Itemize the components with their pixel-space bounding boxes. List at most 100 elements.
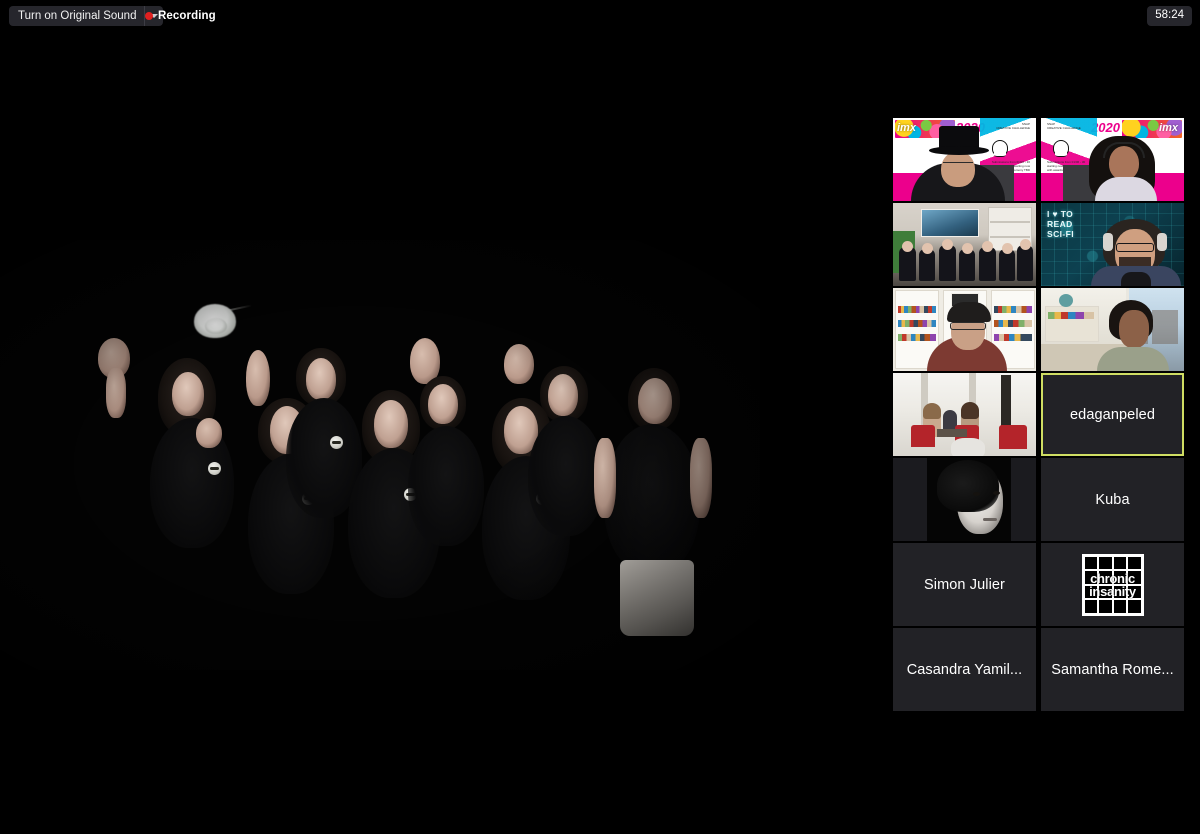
participant-face [1119,310,1149,348]
meeting-timer: 58:24 [1147,6,1192,26]
book-row [898,334,936,341]
performer-arm [246,350,270,406]
seated-person [1017,245,1033,281]
participant-tile[interactable]: Simon Julier [893,543,1036,626]
performer-face [638,378,672,424]
red-chair [911,425,935,447]
participant-shirt [1121,272,1151,286]
participant-tile[interactable]: Kuba [1041,458,1184,541]
recording-dot-icon [145,12,153,20]
participant-video: I ♥ TO READ SCI-FI [1041,203,1184,286]
recording-indicator[interactable]: Recording [145,6,216,26]
participant-tile[interactable]: Samantha Rome... [1041,628,1184,711]
person-head [962,243,973,254]
person-head [922,243,933,254]
snapchat-ghost-icon [992,140,1008,157]
performer-arm [690,438,712,518]
performer-hand [196,418,222,448]
imx-wordmark: imx [1159,122,1178,134]
shirt-logo-badge [208,462,221,475]
seated-person [979,247,996,281]
participant-tile[interactable] [893,458,1036,541]
main-speaker-video[interactable] [0,30,886,810]
avatar-hair [937,460,999,512]
participant-face [941,151,975,187]
participant-tile[interactable]: Casandra Yamil... [893,628,1036,711]
participant-video [1041,288,1184,371]
participant-headphones-icon [1103,233,1113,251]
participant-thumbnail-grid[interactable]: imx 2020 SNAPCREATIVE CHALLENGE Submissi… [893,118,1186,712]
participant-avatar [893,458,1036,541]
logo-grid [1084,556,1141,613]
participant-shirt [1097,347,1169,371]
participant-tile[interactable]: chronic insanity [1041,543,1184,626]
participant-tile[interactable]: I ♥ TO READ SCI-FI [1041,203,1184,286]
participant-tile[interactable]: imx 2020 SNAPCREATIVE CHALLENGE Submissi… [1041,118,1184,201]
participant-headphones-icon [1157,233,1167,251]
zoom-meeting-window: Turn on Original Sound Recording 58:24 i… [0,0,1200,834]
participant-headphones-icon [1103,142,1145,158]
wall-artwork [921,209,979,237]
scifi-overlay-text: I ♥ TO READ SCI-FI [1047,209,1074,239]
person-head [942,239,953,250]
seated-person [899,247,916,281]
top-hat-brim [929,146,989,155]
imx-wordmark: imx [897,122,916,134]
participant-name: Simon Julier [924,576,1005,593]
participant-tile[interactable] [893,373,1036,456]
participant-tile[interactable]: imx 2020 SNAPCREATIVE CHALLENGE Submissi… [893,118,1036,201]
performer-torso [408,426,484,546]
participant-name: Samantha Rome... [1051,661,1174,678]
person-hair [923,403,941,419]
chronic-insanity-logo-icon: chronic insanity [1081,553,1144,616]
foreground-blur-object [951,438,985,456]
performer-face [306,358,336,400]
participant-video [893,288,1036,371]
person-head [982,241,993,252]
shirt-logo-badge [330,436,343,449]
person-head [1002,243,1013,254]
table [937,429,967,437]
performer-face [172,372,204,416]
participant-tile[interactable] [1041,288,1184,371]
imx-caption-text: SNAP CREATIVE CHALLENGE [1047,122,1081,130]
turn-on-original-sound-button[interactable]: Turn on Original Sound [9,6,144,26]
book-row [994,320,1032,327]
book-row [994,306,1032,313]
performer-face [548,374,578,416]
snapchat-ghost-icon [1053,140,1069,157]
performer-torso [604,424,700,574]
participant-cap [947,302,991,322]
avatar-eye [993,491,1000,495]
participant-video: imx 2020 SNAPCREATIVE CHALLENGE Submissi… [893,118,1036,201]
original-sound-control[interactable]: Turn on Original Sound [9,6,164,26]
participant-video [893,373,1036,456]
participant-glasses-icon [1116,243,1154,252]
book-row [898,320,936,327]
red-chair [999,425,1027,449]
speaker-video-frame [0,240,760,670]
person-hair [961,402,979,419]
book-row [994,334,1032,341]
performer-torso [528,416,604,536]
book-row [1048,312,1094,319]
top-toolbar: Turn on Original Sound Recording 58:24 [0,0,1200,30]
globe-decor [1059,294,1073,307]
participant-glasses-icon [950,322,986,330]
participant-tile[interactable] [893,203,1036,286]
lamp-highlight [205,318,227,334]
performer-forearm [106,368,126,418]
participant-tile[interactable] [893,288,1036,371]
participant-video: imx 2020 SNAPCREATIVE CHALLENGE Submissi… [1041,118,1184,201]
participant-video [893,203,1036,286]
avatar-eye [973,492,980,496]
performer-face [374,400,408,448]
bookshelf-shelf [990,236,1030,238]
recording-label: Recording [158,10,216,22]
performer-face [428,384,458,424]
bookshelf-shelf [990,221,1030,223]
avatar-lips [983,518,997,521]
participant-tile-active[interactable]: edaganpeled [1041,373,1184,456]
performer-shorts [620,560,694,636]
imx-caption-text: SNAP CREATIVE CHALLENGE [996,122,1030,130]
